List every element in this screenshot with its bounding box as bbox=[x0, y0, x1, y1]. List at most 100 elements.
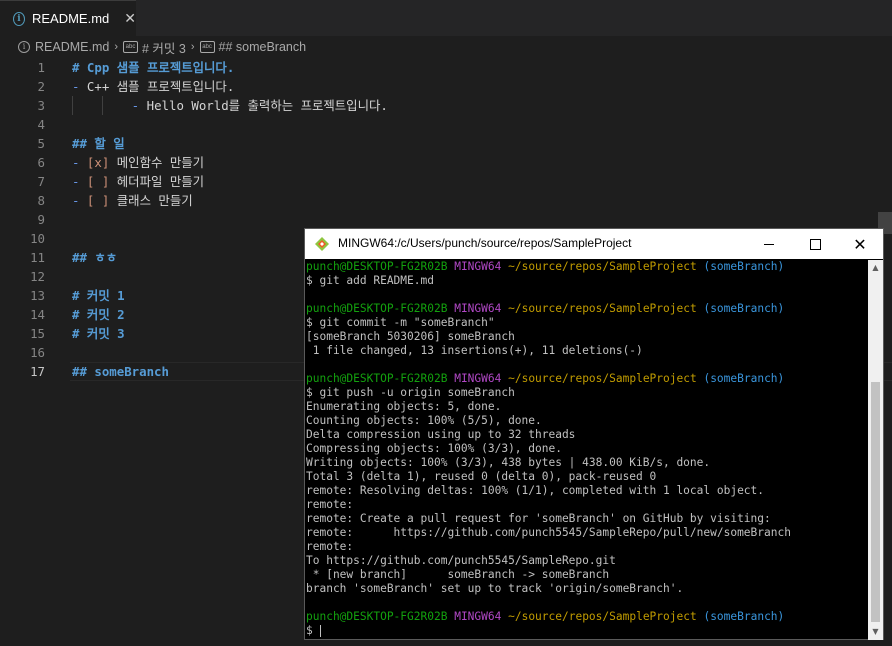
prompt-system: MINGW64 bbox=[454, 302, 502, 315]
scroll-down-icon[interactable]: ▼ bbox=[868, 624, 883, 640]
list-bullet: - bbox=[72, 155, 87, 170]
terminal-line: $ git add README.md bbox=[306, 274, 434, 287]
mingw-icon bbox=[315, 237, 329, 251]
editor-line[interactable]: 8 - [ ] 클래스 만들기 bbox=[0, 191, 892, 210]
text-cursor bbox=[320, 625, 322, 637]
line-content: # Cpp 샘플 프로젝트입니다. bbox=[72, 58, 234, 77]
close-icon[interactable]: ✕ bbox=[124, 11, 136, 27]
editor-line[interactable]: 5 ## 할 일 bbox=[0, 134, 892, 153]
line-content: # 커밋 1 bbox=[72, 286, 125, 305]
markdown-heading: # Cpp 샘플 프로젝트입니다. bbox=[72, 60, 235, 75]
editor-line[interactable]: 2 - C++ 샘플 프로젝트입니다. bbox=[0, 77, 892, 96]
maximize-icon bbox=[809, 238, 821, 250]
chevron-right-icon: › bbox=[114, 41, 118, 53]
editor-line[interactable]: 9 bbox=[0, 210, 892, 229]
line-number: 11 bbox=[30, 250, 45, 265]
chevron-right-icon: › bbox=[190, 41, 195, 53]
line-number: 8 bbox=[37, 193, 45, 208]
terminal-prompt: punch@DESKTOP-FG2R02B MINGW64 ~/source/r… bbox=[306, 372, 868, 386]
line-number: 15 bbox=[30, 326, 45, 341]
terminal-line: remote: bbox=[306, 498, 354, 511]
terminal-line: remote: https://github.com/punch5545/Sam… bbox=[306, 526, 791, 539]
prompt-user: punch@DESKTOP-FG2R02B bbox=[306, 610, 448, 623]
line-content: ## ㅎㅎ bbox=[72, 248, 117, 267]
line-number: 9 bbox=[37, 212, 45, 227]
task-label: 메인함수 만들기 bbox=[109, 155, 205, 170]
markdown-heading: ## 할 일 bbox=[72, 136, 125, 151]
minimize-icon bbox=[764, 243, 774, 245]
prompt-branch: (someBranch) bbox=[703, 610, 785, 623]
terminal-input-line[interactable]: $ bbox=[306, 624, 868, 638]
maximize-button[interactable] bbox=[792, 229, 838, 259]
terminal-window[interactable]: MINGW64:/c/Users/punch/source/repos/Samp… bbox=[304, 228, 884, 640]
list-bullet: - bbox=[72, 174, 87, 189]
line-content: # 커밋 3 bbox=[72, 324, 125, 343]
terminal-prompt: punch@DESKTOP-FG2R02B MINGW64 ~/source/r… bbox=[306, 610, 868, 624]
terminal-line: To https://github.com/punch5545/SampleRe… bbox=[306, 554, 616, 567]
line-number: 5 bbox=[37, 136, 45, 151]
prompt-branch: (someBranch) bbox=[703, 372, 785, 385]
prompt-path: ~/source/repos/SampleProject bbox=[508, 302, 697, 315]
scroll-up-icon[interactable]: ▲ bbox=[868, 260, 883, 276]
line-number: 14 bbox=[30, 307, 45, 322]
editor-line[interactable]: 4 bbox=[0, 115, 892, 134]
tab-readme[interactable]: i README.md ✕ bbox=[0, 0, 136, 36]
breadcrumb-item-commit3[interactable]: # 커밋 3 bbox=[142, 38, 186, 57]
terminal-line: Counting objects: 100% (5/5), done. bbox=[306, 414, 542, 427]
list-text: C++ 샘플 프로젝트입니다. bbox=[86, 79, 235, 94]
task-label: 클래스 만들기 bbox=[109, 193, 193, 208]
task-checkbox: [x] bbox=[86, 155, 110, 170]
line-number: 4 bbox=[37, 117, 45, 132]
terminal-line: Enumerating objects: 5, done. bbox=[306, 400, 502, 413]
line-number: 16 bbox=[30, 345, 45, 360]
list-bullet: - bbox=[72, 79, 87, 94]
editor-line[interactable]: 1 # Cpp 샘플 프로젝트입니다. bbox=[0, 58, 892, 77]
prompt-system: MINGW64 bbox=[454, 372, 502, 385]
prompt-branch: (someBranch) bbox=[703, 302, 785, 315]
line-number: 12 bbox=[30, 269, 45, 284]
line-content: # 커밋 2 bbox=[72, 305, 125, 324]
prompt-user: punch@DESKTOP-FG2R02B bbox=[306, 260, 448, 273]
list-bullet: - bbox=[72, 193, 87, 208]
breadcrumb-item-somebranch[interactable]: ## someBranch bbox=[219, 40, 307, 54]
terminal-line: remote: bbox=[306, 540, 354, 553]
close-icon: ✕ bbox=[853, 234, 867, 254]
terminal-line: * [new branch] someBranch -> someBranch bbox=[306, 568, 610, 581]
symbol-string-icon: abc bbox=[199, 41, 215, 53]
breadcrumb: i README.md › abc # 커밋 3 › abc ## someBr… bbox=[0, 37, 892, 57]
line-content: - [x] 메인함수 만들기 bbox=[72, 153, 204, 172]
terminal-title-bar[interactable]: MINGW64:/c/Users/punch/source/repos/Samp… bbox=[305, 229, 883, 259]
terminal-title: MINGW64:/c/Users/punch/source/repos/Samp… bbox=[338, 236, 632, 250]
editor-line[interactable]: 6 - [x] 메인함수 만들기 bbox=[0, 153, 892, 172]
editor-line[interactable]: 7 - [ ] 헤더파일 만들기 bbox=[0, 172, 892, 191]
tab-bar: i README.md ✕ bbox=[0, 0, 892, 36]
line-number: 10 bbox=[30, 231, 45, 246]
terminal-prompt: punch@DESKTOP-FG2R02B MINGW64 ~/source/r… bbox=[306, 302, 868, 316]
terminal-line: $ git commit -m "someBranch" bbox=[306, 316, 495, 329]
scrollbar-thumb[interactable] bbox=[871, 382, 880, 622]
terminal-line: [someBranch 5030206] someBranch bbox=[306, 330, 515, 343]
prompt-symbol: $ bbox=[306, 624, 320, 637]
line-content: - [ ] 클래스 만들기 bbox=[72, 191, 193, 210]
prompt-path: ~/source/repos/SampleProject bbox=[508, 260, 697, 273]
line-content: - [ ] 헤더파일 만들기 bbox=[72, 172, 204, 191]
line-content: - C++ 샘플 프로젝트입니다. bbox=[72, 77, 234, 96]
minimize-button[interactable] bbox=[746, 229, 792, 259]
prompt-user: punch@DESKTOP-FG2R02B bbox=[306, 372, 448, 385]
line-number: 2 bbox=[37, 79, 45, 94]
markdown-heading: ## ㅎㅎ bbox=[72, 250, 118, 265]
line-number: 3 bbox=[37, 98, 45, 113]
info-icon: i bbox=[13, 11, 25, 26]
terminal-scrollbar[interactable]: ▲ ▼ bbox=[868, 260, 883, 640]
prompt-path: ~/source/repos/SampleProject bbox=[508, 372, 697, 385]
terminal-line: $ git push -u origin someBranch bbox=[306, 386, 515, 399]
editor-line[interactable]: 3 - Hello World를 출력하는 프로젝트입니다. bbox=[0, 96, 892, 115]
prompt-user: punch@DESKTOP-FG2R02B bbox=[306, 302, 448, 315]
line-number: 13 bbox=[30, 288, 45, 303]
task-checkbox: [ ] bbox=[86, 193, 110, 208]
close-button[interactable]: ✕ bbox=[837, 229, 883, 259]
terminal-output[interactable]: punch@DESKTOP-FG2R02B MINGW64 ~/source/r… bbox=[306, 260, 868, 640]
breadcrumb-file[interactable]: README.md bbox=[35, 40, 109, 54]
line-number: 17 bbox=[30, 364, 45, 379]
